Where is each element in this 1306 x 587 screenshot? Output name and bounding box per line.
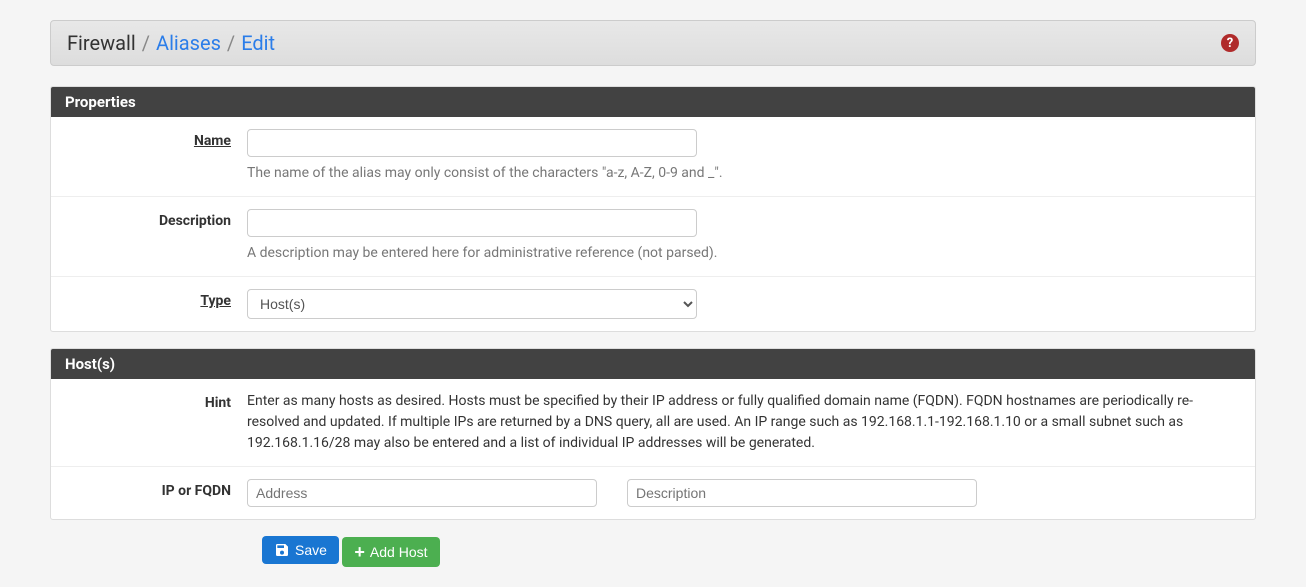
type-select[interactable]: Host(s): [247, 289, 697, 319]
address-input[interactable]: [247, 479, 597, 507]
ip-fqdn-label: IP or FQDN: [67, 479, 247, 499]
properties-panel: Properties Name The name of the alias ma…: [50, 86, 1256, 332]
breadcrumb-sep: /: [227, 31, 235, 55]
description-help-text: A description may be entered here for ad…: [247, 243, 1239, 264]
button-row: Save + Add Host: [50, 536, 1256, 567]
properties-panel-header: Properties: [51, 87, 1255, 117]
add-host-button-label: Add Host: [370, 544, 428, 560]
help-icon[interactable]: ?: [1221, 34, 1239, 52]
description-row: Description A description may be entered…: [51, 196, 1255, 276]
add-host-button[interactable]: + Add Host: [342, 537, 439, 567]
breadcrumb-root: Firewall: [67, 31, 136, 55]
save-icon: [274, 542, 290, 558]
breadcrumb-path: Firewall / Aliases / Edit: [67, 31, 275, 55]
breadcrumb: Firewall / Aliases / Edit ?: [50, 20, 1256, 66]
ip-fqdn-row: IP or FQDN: [51, 466, 1255, 519]
name-help-text: The name of the alias may only consist o…: [247, 163, 1239, 184]
save-button[interactable]: Save: [262, 536, 339, 564]
breadcrumb-sep: /: [142, 31, 150, 55]
type-row: Type Host(s): [51, 276, 1255, 331]
hint-row: Hint Enter as many hosts as desired. Hos…: [51, 379, 1255, 466]
plus-icon: +: [354, 543, 365, 561]
hint-label: Hint: [67, 391, 247, 411]
type-label: Type: [67, 289, 247, 309]
breadcrumb-edit-link[interactable]: Edit: [241, 31, 275, 55]
hosts-panel-header: Host(s): [51, 349, 1255, 379]
save-button-label: Save: [295, 542, 327, 558]
host-description-input[interactable]: [627, 479, 977, 507]
hosts-panel: Host(s) Hint Enter as many hosts as desi…: [50, 348, 1256, 520]
description-input[interactable]: [247, 209, 697, 237]
name-label: Name: [67, 129, 247, 149]
name-row: Name The name of the alias may only cons…: [51, 117, 1255, 196]
name-input[interactable]: [247, 129, 697, 157]
description-label: Description: [67, 209, 247, 229]
hint-text: Enter as many hosts as desired. Hosts mu…: [247, 391, 1239, 454]
breadcrumb-aliases-link[interactable]: Aliases: [156, 31, 221, 55]
